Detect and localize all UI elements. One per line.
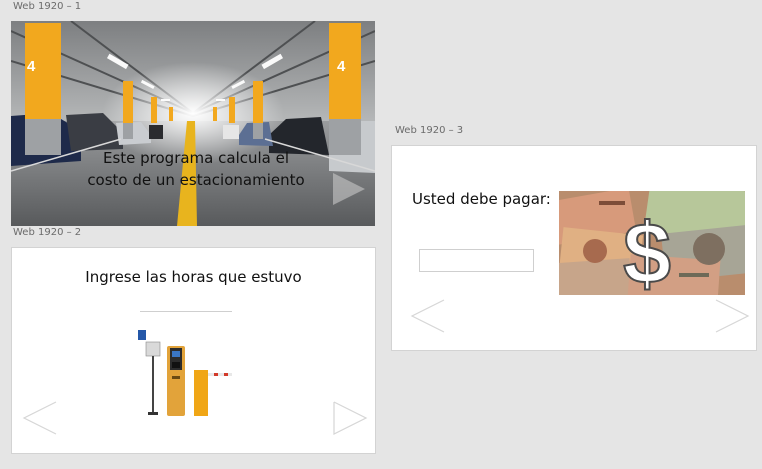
hours-prompt: Ingrese las horas que estuvo (85, 268, 302, 286)
money-dollar-image: $ (559, 191, 745, 295)
arrow-left-icon[interactable] (22, 400, 58, 436)
parking-garage-photo: 4 4 (11, 21, 375, 226)
arrow-left-icon[interactable] (410, 298, 446, 334)
artboard-label-1: Web 1920 – 1 (13, 1, 82, 12)
artboard-hours[interactable]: Ingrese las horas que estuvo (11, 247, 376, 454)
arrow-right-icon[interactable] (714, 298, 750, 334)
hours-input[interactable] (140, 311, 232, 312)
pillar-number-left: 4 (27, 58, 36, 75)
artboard-label-2: Web 1920 – 2 (13, 227, 82, 238)
intro-text-line-1: Este programa calcula el (102, 149, 290, 167)
pillar-number-right: 4 (337, 58, 346, 75)
artboard-label-3: Web 1920 – 3 (395, 125, 464, 136)
artboard-intro[interactable]: 4 4 Este programa calcula el costo de un… (11, 21, 375, 226)
arrow-right-icon[interactable] (332, 400, 368, 436)
intro-text: Este programa calcula el costo de un est… (71, 147, 321, 191)
artboard-result[interactable]: Usted debe pagar: $ (391, 145, 757, 351)
parking-machine-illustration (138, 330, 232, 416)
pay-label: Usted debe pagar: (412, 190, 551, 208)
arrow-right-icon[interactable] (331, 171, 367, 207)
intro-text-line-2: costo de un estacionamiento (87, 171, 305, 189)
dollar-sign: $ (623, 206, 671, 295)
amount-field[interactable] (419, 249, 534, 272)
